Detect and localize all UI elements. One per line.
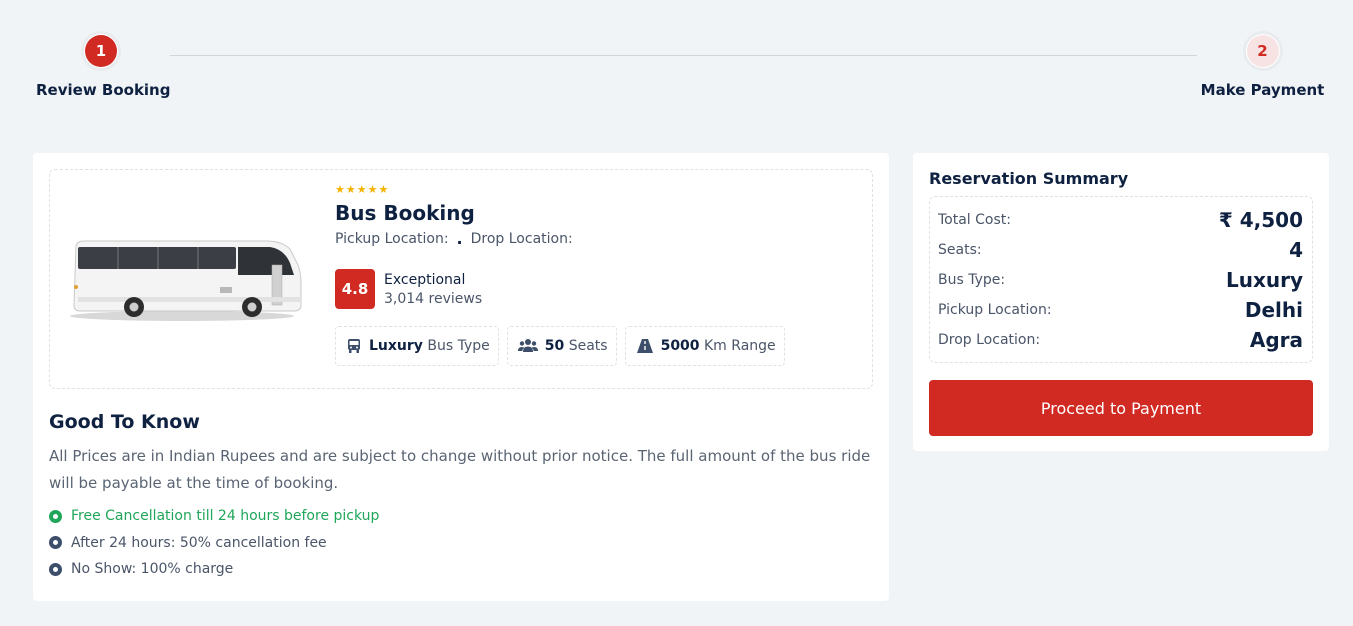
- good-to-know-description: All Prices are in Indian Rupees and are …: [49, 447, 871, 492]
- feature-seats-text: 50 Seats: [544, 338, 608, 354]
- green-bullet-icon: [49, 509, 62, 523]
- policy-text: After 24 hours: 50% cancellation fee: [71, 534, 327, 551]
- star-icon: ★: [335, 183, 345, 196]
- policy-text: No Show: 100% charge: [71, 561, 234, 578]
- summary-value: Luxury: [1225, 268, 1303, 292]
- summary-value: ₹ 4,500: [1218, 208, 1303, 232]
- list-item: No Show: 100% charge: [49, 556, 873, 583]
- location-separator: .: [456, 229, 463, 248]
- step-2-number: 2: [1246, 35, 1279, 67]
- summary-row-bus-type: Bus Type: Luxury: [938, 265, 1303, 295]
- step-1-circle: 1: [81, 31, 121, 71]
- stepper-line: [170, 55, 1197, 56]
- feature-bus-type: Luxury Bus Type: [335, 326, 499, 366]
- navy-bullet-icon: [49, 536, 62, 550]
- bus-info: ★ ★ ★ ★ ★ Bus Booking Pickup Location: . Dro…: [335, 184, 855, 366]
- good-to-know-section: Good To Know All Prices are in Indian Ru…: [49, 411, 873, 583]
- bus-locations: Pickup Location: . Drop Location:: [335, 229, 855, 248]
- rating-label: Exceptional: [384, 271, 466, 288]
- list-item: Free Cancellation till 24 hours before p…: [49, 503, 873, 530]
- star-icon: ★: [378, 183, 389, 196]
- summary-label: Drop Location:: [938, 332, 1041, 348]
- summary-label: Pickup Location:: [938, 302, 1052, 318]
- feature-bus-type-text: Luxury Bus Type: [369, 338, 490, 354]
- feature-range: 5000 Km Range: [624, 326, 785, 366]
- rating-reviews: 3,014 reviews: [384, 290, 483, 307]
- step-1-number: 1: [85, 35, 117, 67]
- booking-stepper: 1 Review Booking 2 Make Payment: [0, 0, 1353, 130]
- star-rating: ★ ★ ★ ★ ★: [335, 184, 855, 196]
- step-review-booking[interactable]: 1 Review Booking: [36, 31, 171, 99]
- summary-details: Total Cost: ₹ 4,500 Seats: 4 Bus Type: L…: [929, 196, 1313, 363]
- step-1-label: Review Booking: [36, 81, 171, 99]
- policy-text: Free Cancellation till 24 hours before p…: [71, 508, 380, 525]
- summary-value: Agra: [1249, 328, 1303, 352]
- bus-icon: [348, 339, 360, 353]
- summary-label: Seats:: [938, 242, 982, 258]
- summary-value: Delhi: [1244, 298, 1303, 322]
- star-icon: ★: [367, 183, 378, 196]
- step-make-payment[interactable]: 2 Make Payment: [1200, 31, 1325, 99]
- users-icon: [517, 339, 538, 352]
- bus-info-box: ★ ★ ★ ★ ★ Bus Booking Pickup Location: . Dro…: [49, 169, 873, 389]
- drop-location-label: Drop Location:: [470, 231, 573, 247]
- summary-label: Bus Type:: [938, 272, 1006, 288]
- step-2-circle: 2: [1242, 31, 1283, 71]
- rating-text: Exceptional 3,014 reviews: [384, 272, 482, 307]
- list-item: After 24 hours: 50% cancellation fee: [49, 530, 873, 557]
- good-to-know-title: Good To Know: [49, 411, 200, 433]
- cancellation-policy-list: Free Cancellation till 24 hours before p…: [49, 503, 873, 583]
- summary-value: 4: [1289, 238, 1303, 262]
- feature-seats: 50 Seats: [506, 326, 617, 366]
- step-2-label: Make Payment: [1200, 81, 1325, 99]
- booking-details-card: ★ ★ ★ ★ ★ Bus Booking Pickup Location: . Dro…: [33, 153, 889, 601]
- summary-label: Total Cost:: [938, 212, 1011, 228]
- summary-row-drop: Drop Location: Agra: [938, 325, 1303, 355]
- star-icon: ★: [345, 183, 356, 196]
- rating-row: 4.8 Exceptional 3,014 reviews: [335, 269, 855, 309]
- navy-bullet-icon: [49, 562, 62, 576]
- bus-image: [70, 240, 302, 321]
- summary-row-pickup: Pickup Location: Delhi: [938, 295, 1303, 325]
- reservation-summary-title: Reservation Summary: [929, 169, 1129, 188]
- bus-features: Luxury Bus Type 50 Seats 5000 Km Range: [335, 326, 855, 366]
- pickup-location-label: Pickup Location:: [335, 231, 449, 247]
- feature-range-text: 5000 Km Range: [660, 338, 776, 354]
- bus-title: Bus Booking: [335, 201, 475, 225]
- summary-row-seats: Seats: 4: [938, 235, 1303, 265]
- rating-score-badge: 4.8: [335, 269, 375, 309]
- road-icon: [636, 339, 653, 353]
- proceed-to-payment-button[interactable]: Proceed to Payment: [929, 380, 1313, 436]
- star-icon: ★: [356, 183, 367, 196]
- summary-row-total-cost: Total Cost: ₹ 4,500: [938, 205, 1303, 235]
- reservation-summary-card: Reservation Summary Total Cost: ₹ 4,500 …: [913, 153, 1329, 451]
